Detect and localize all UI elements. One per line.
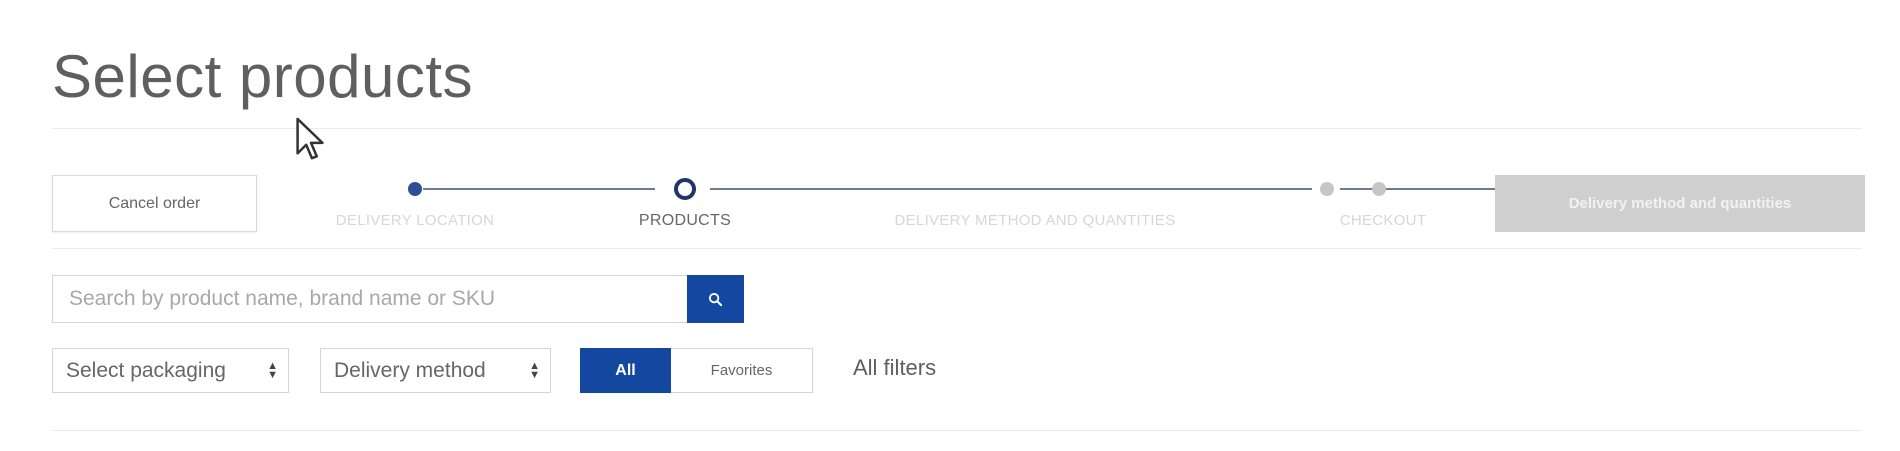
product-search-input[interactable]: [52, 275, 687, 323]
delivery-method-select-value: Delivery method: [334, 358, 486, 382]
toolbar-divider: [52, 248, 1862, 249]
search-button[interactable]: [687, 275, 744, 323]
page-title: Select products: [52, 43, 474, 110]
checkout-stepper: DELIVERY LOCATION PRODUCTS DELIVERY METH…: [300, 172, 1660, 242]
select-products-page: Select products Cancel order DELIVERY LO…: [0, 0, 1900, 451]
step-connector: [710, 188, 1312, 190]
step-connector: [423, 188, 655, 190]
step-label-products: PRODUCTS: [638, 212, 732, 229]
all-favorites-toggle: All Favorites: [580, 348, 813, 393]
step-label-delivery-method: DELIVERY METHOD AND QUANTITIES: [894, 212, 1176, 229]
step-label-checkout: CHECKOUT: [1339, 212, 1427, 229]
search-icon: [708, 292, 723, 306]
select-arrows-icon: ▲ ▼: [267, 359, 278, 381]
toggle-favorites-button[interactable]: Favorites: [671, 348, 813, 393]
toggle-all-button[interactable]: All: [580, 348, 671, 393]
packaging-select-value: Select packaging: [66, 358, 226, 382]
filters-divider: [52, 430, 1862, 431]
all-filters-link[interactable]: All filters: [853, 355, 936, 381]
step-dot-checkout: [1372, 182, 1386, 196]
delivery-method-select[interactable]: Delivery method ▲ ▼: [320, 348, 551, 393]
mouse-cursor-icon: [296, 117, 324, 160]
delivery-method-quantities-button[interactable]: Delivery method and quantities: [1495, 175, 1865, 232]
packaging-select[interactable]: Select packaging ▲ ▼: [52, 348, 289, 393]
step-dot-delivery-location: [408, 182, 422, 196]
step-dot-delivery-method: [1320, 182, 1334, 196]
step-dot-products: [674, 178, 696, 200]
step-label-delivery-location[interactable]: DELIVERY LOCATION: [336, 212, 494, 229]
cancel-order-button[interactable]: Cancel order: [52, 175, 257, 232]
select-arrows-icon: ▲ ▼: [529, 359, 540, 381]
